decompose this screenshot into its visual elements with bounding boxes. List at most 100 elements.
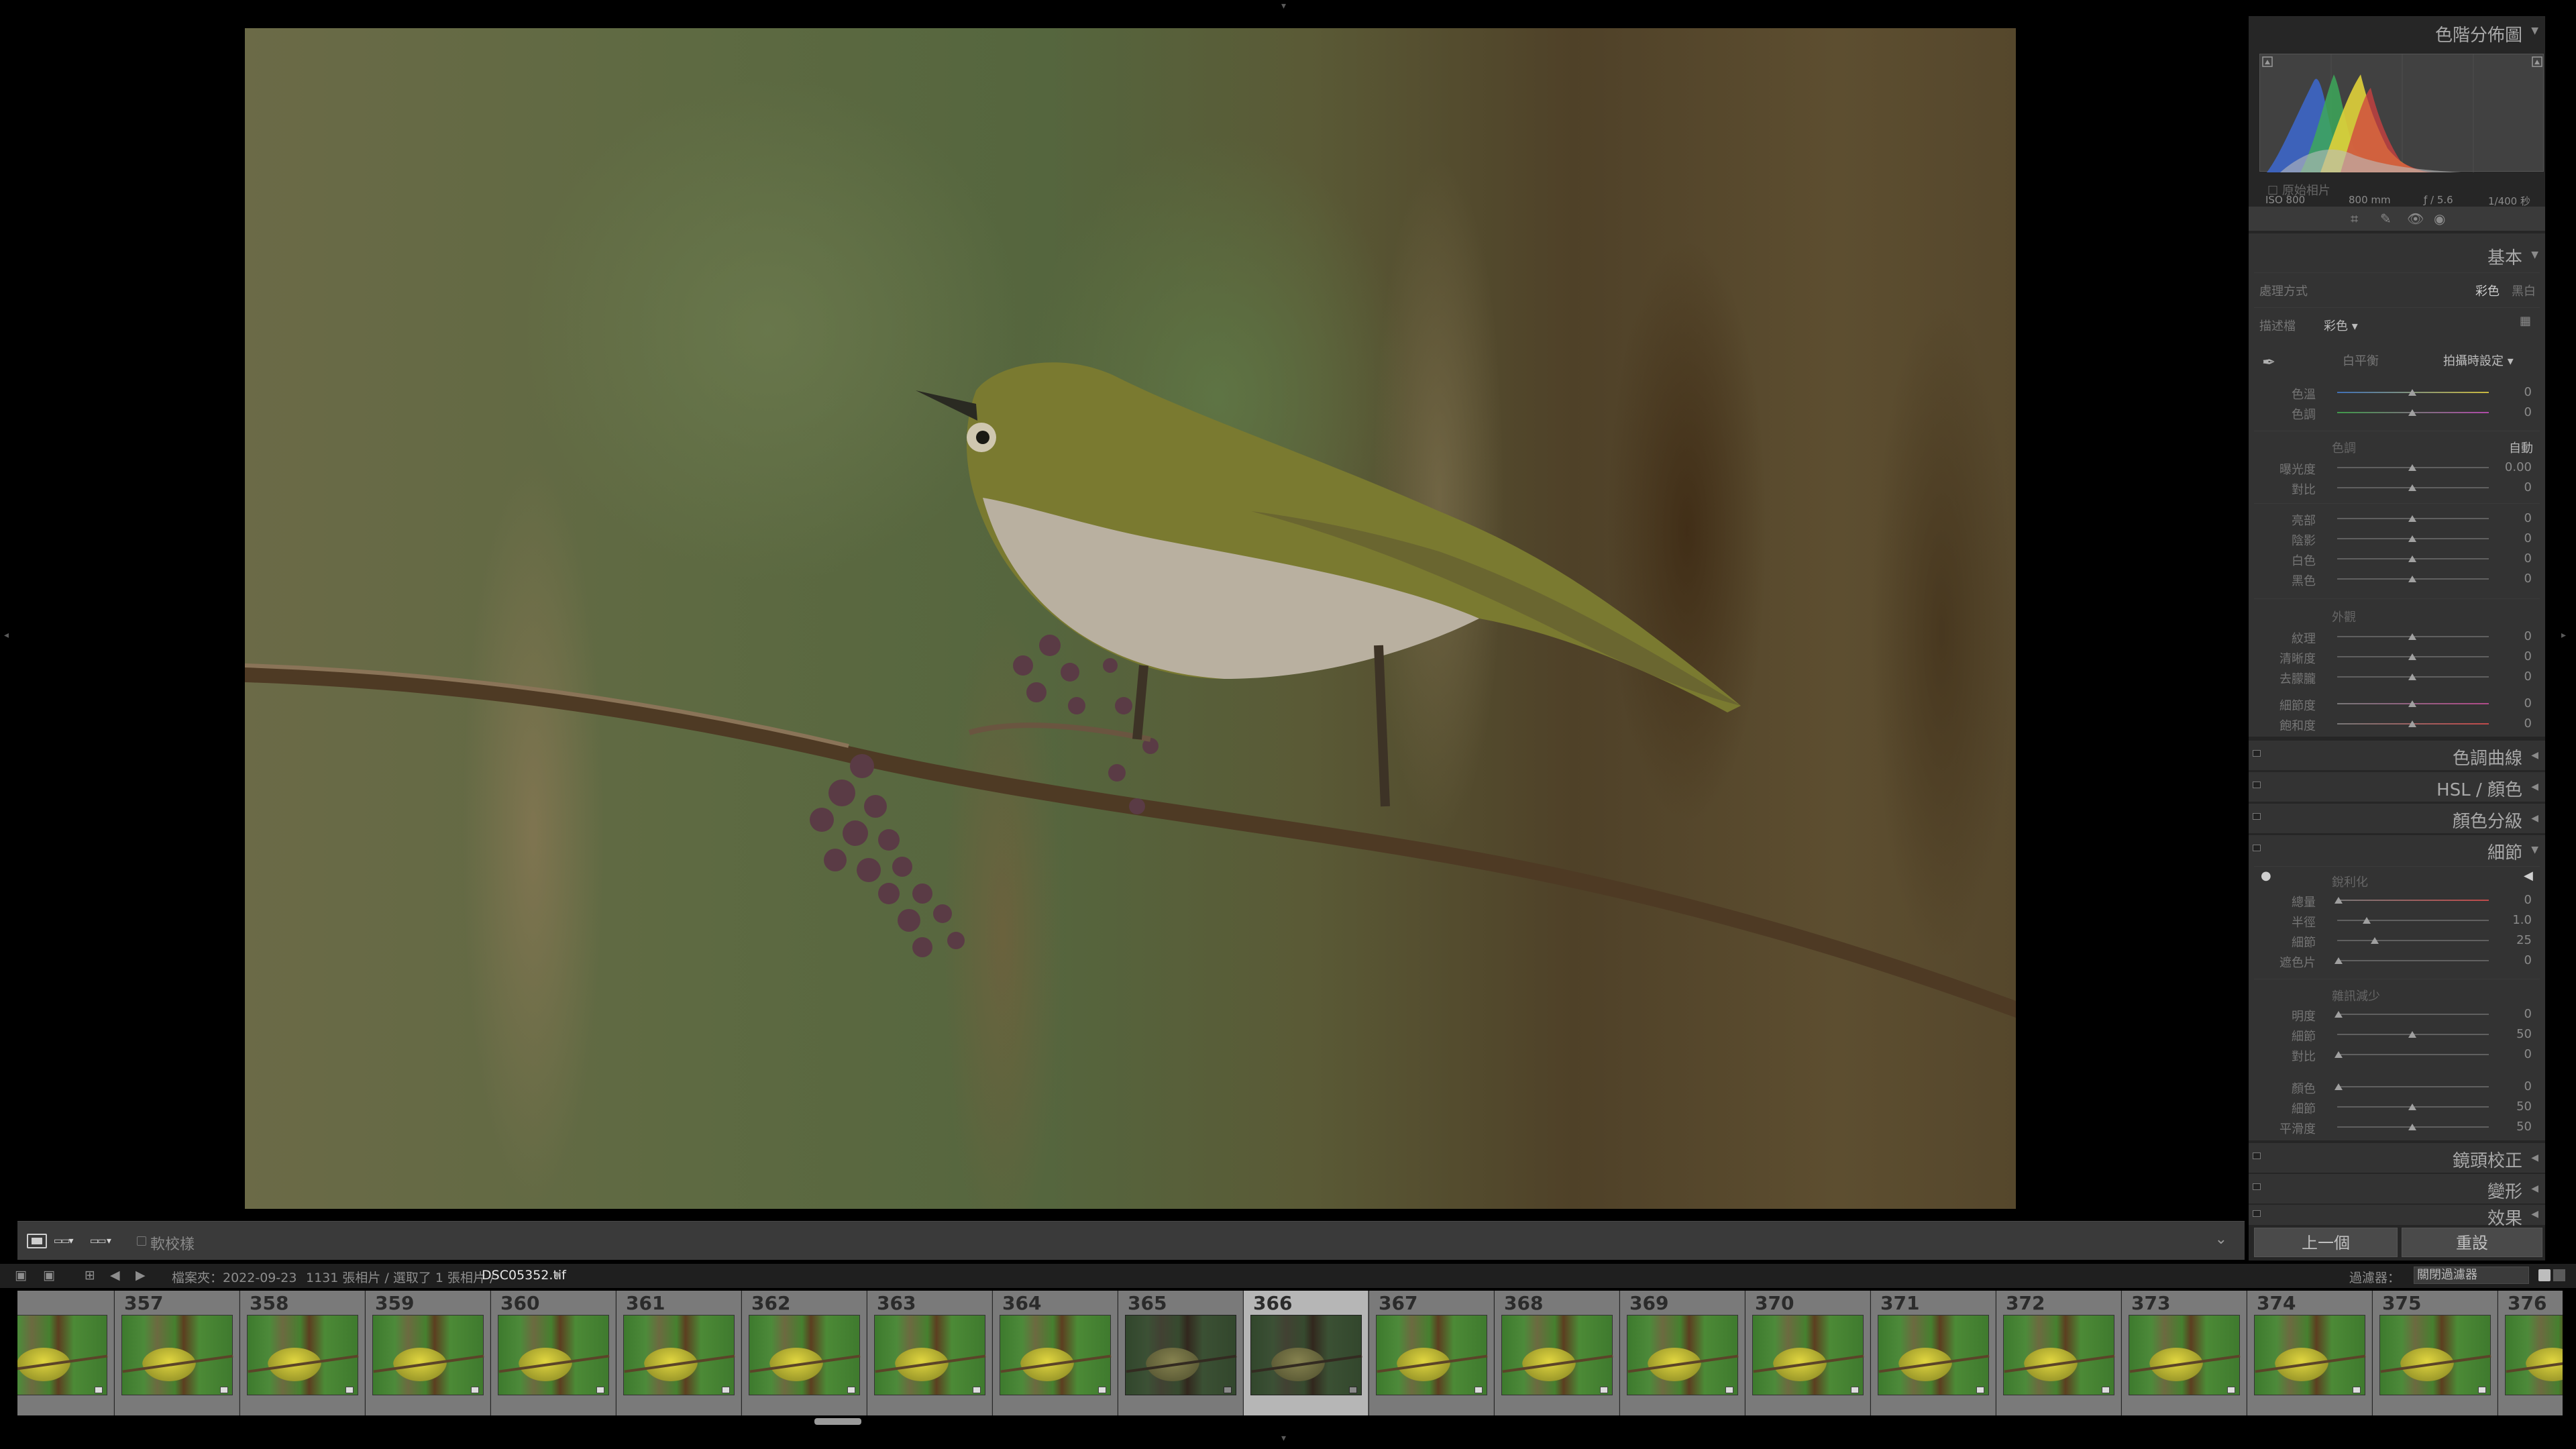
- grid-view-icon[interactable]: ⊞: [85, 1268, 95, 1283]
- filmstrip-cell[interactable]: 363: [867, 1291, 992, 1415]
- color-nr-slider[interactable]: [2337, 1086, 2489, 1087]
- filmstrip-cell[interactable]: 365: [1118, 1291, 1243, 1415]
- filmstrip-cell[interactable]: 366: [1244, 1291, 1368, 1415]
- tint-value[interactable]: 0: [2524, 405, 2532, 419]
- loupe-view-button[interactable]: [27, 1234, 47, 1248]
- filmstrip-thumbnail[interactable]: [1376, 1315, 1487, 1395]
- filmstrip-cell[interactable]: 367: [1369, 1291, 1494, 1415]
- bottom-panel-toggle-icon[interactable]: ▾: [1281, 1433, 1286, 1444]
- filmstrip-thumbnail[interactable]: [1752, 1315, 1864, 1395]
- tone-curve-switch[interactable]: [2253, 750, 2261, 757]
- sharpen-radius-thumb[interactable]: [2363, 917, 2371, 924]
- filmstrip-thumbnail[interactable]: [121, 1315, 233, 1395]
- lens-correction-title[interactable]: 鏡頭校正: [2453, 1147, 2522, 1172]
- filmstrip-cell[interactable]: 373: [2122, 1291, 2247, 1415]
- temp-slider-thumb[interactable]: [2408, 389, 2416, 396]
- red-eye-icon[interactable]: 👁: [2407, 211, 2424, 227]
- luminance-contrast-slider[interactable]: [2337, 1054, 2489, 1055]
- left-panel-toggle-icon[interactable]: ◂: [4, 631, 9, 640]
- sharpen-masking-slider[interactable]: [2337, 960, 2489, 961]
- color-grading-expand-icon[interactable]: ◀: [2531, 813, 2538, 824]
- shadows-slider-thumb[interactable]: [2408, 535, 2416, 542]
- lens-correction-panel[interactable]: 鏡頭校正 ◀: [2249, 1143, 2545, 1173]
- color-smoothness-value[interactable]: 50: [2516, 1120, 2532, 1134]
- filmstrip-thumbnail[interactable]: [2129, 1315, 2240, 1395]
- treatment-color-option[interactable]: 彩色: [2475, 282, 2500, 299]
- hsl-expand-icon[interactable]: ◀: [2531, 782, 2538, 792]
- vibrance-value[interactable]: 0: [2524, 696, 2532, 710]
- filmstrip-cell[interactable]: 360: [491, 1291, 616, 1415]
- compare-view-button[interactable]: ▭▭▾: [54, 1234, 80, 1248]
- temp-value[interactable]: 0: [2524, 385, 2532, 399]
- forward-arrow-icon[interactable]: ▶: [136, 1268, 146, 1283]
- filmstrip-thumbnail[interactable]: [17, 1315, 107, 1395]
- profile-dropdown[interactable]: 彩色 ▾: [2324, 317, 2358, 334]
- saturation-value[interactable]: 0: [2524, 716, 2532, 731]
- detail-switch[interactable]: [2253, 845, 2261, 851]
- filmstrip-cell[interactable]: 371: [1871, 1291, 1996, 1415]
- filmstrip-thumbnail[interactable]: [874, 1315, 985, 1395]
- filmstrip-thumbnail[interactable]: [623, 1315, 735, 1395]
- luminance-nr-slider[interactable]: [2337, 1014, 2489, 1015]
- white-balance-picker-icon[interactable]: ✒: [2262, 353, 2275, 372]
- tone-curve-panel[interactable]: 色調曲線 ◀: [2249, 741, 2545, 770]
- clarity-slider-thumb[interactable]: [2408, 653, 2416, 660]
- transform-switch[interactable]: [2253, 1183, 2261, 1190]
- whites-slider-thumb[interactable]: [2408, 555, 2416, 562]
- basic-panel-title[interactable]: 基本: [2487, 244, 2522, 269]
- highlights-value[interactable]: 0: [2524, 511, 2532, 525]
- original-photo-checkbox[interactable]: ☐ 原始相片: [2267, 181, 2330, 199]
- luminance-nr-value[interactable]: 0: [2524, 1007, 2532, 1021]
- filmstrip-cell[interactable]: 372: [1996, 1291, 2121, 1415]
- effects-title[interactable]: 效果: [2487, 1205, 2522, 1230]
- sharpen-amount-slider[interactable]: [2337, 900, 2489, 901]
- exposure-slider-thumb[interactable]: [2408, 464, 2416, 471]
- detail-collapse-icon[interactable]: ▼: [2531, 845, 2538, 855]
- sharpen-detail-thumb[interactable]: [2371, 937, 2379, 944]
- secondary-display-icon[interactable]: ▣: [43, 1268, 55, 1283]
- luminance-detail-value[interactable]: 50: [2516, 1027, 2532, 1041]
- lens-correction-switch[interactable]: [2253, 1152, 2261, 1159]
- basic-collapse-icon[interactable]: ▼: [2531, 250, 2538, 260]
- filmstrip-thumbnail[interactable]: [1878, 1315, 1989, 1395]
- masking-icon[interactable]: ◉: [2434, 211, 2445, 227]
- filmstrip-thumbnail[interactable]: [2379, 1315, 2491, 1395]
- crop-icon[interactable]: ⌗: [2351, 211, 2358, 227]
- highlights-slider-thumb[interactable]: [2408, 515, 2416, 522]
- sharpen-masking-thumb[interactable]: [2334, 957, 2343, 964]
- tint-slider-thumb[interactable]: [2408, 409, 2416, 416]
- toolbar-menu-chevron-icon[interactable]: ⌄: [2215, 1231, 2227, 1248]
- filmstrip-cell[interactable]: 374: [2247, 1291, 2372, 1415]
- transform-panel[interactable]: 變形 ◀: [2249, 1174, 2545, 1203]
- filmstrip-thumbnail[interactable]: [247, 1315, 358, 1395]
- hsl-switch[interactable]: [2253, 782, 2261, 788]
- filter-toggle[interactable]: [2553, 1269, 2565, 1281]
- filmstrip-scrollbar[interactable]: [814, 1418, 861, 1425]
- soft-proof-checkbox[interactable]: [137, 1236, 146, 1246]
- profile-browser-icon[interactable]: ▦: [2520, 314, 2531, 328]
- sharpen-amount-thumb[interactable]: [2334, 897, 2343, 904]
- filmstrip-thumbnail[interactable]: [1125, 1315, 1236, 1395]
- exposure-value[interactable]: 0.00: [2505, 460, 2532, 474]
- sharpen-radius-slider[interactable]: [2337, 920, 2489, 921]
- healing-brush-icon[interactable]: ✎: [2380, 211, 2392, 227]
- sharpen-radius-value[interactable]: 1.0: [2512, 913, 2532, 927]
- previous-button[interactable]: 上一個: [2254, 1228, 2398, 1257]
- contrast-value[interactable]: 0: [2524, 480, 2532, 494]
- filmstrip-cell[interactable]: 357: [115, 1291, 239, 1415]
- filmstrip-cell[interactable]: 361: [616, 1291, 741, 1415]
- current-filename[interactable]: DSC05352.tif: [482, 1268, 566, 1283]
- filmstrip-thumbnail[interactable]: [1000, 1315, 1111, 1395]
- filmstrip-cell[interactable]: 358: [240, 1291, 365, 1415]
- transform-expand-icon[interactable]: ◀: [2531, 1183, 2538, 1194]
- color-grading-switch[interactable]: [2253, 813, 2261, 820]
- back-arrow-icon[interactable]: ◀: [110, 1268, 120, 1283]
- luminance-nr-thumb[interactable]: [2334, 1011, 2343, 1018]
- filmstrip-cell[interactable]: 362: [742, 1291, 867, 1415]
- filmstrip-thumbnail[interactable]: [2254, 1315, 2365, 1395]
- dehaze-value[interactable]: 0: [2524, 669, 2532, 684]
- treatment-bw-option[interactable]: 黑白: [2512, 282, 2536, 299]
- blacks-value[interactable]: 0: [2524, 572, 2532, 586]
- auto-tone-button[interactable]: 自動: [2509, 439, 2533, 456]
- filmstrip-cell[interactable]: 369: [1620, 1291, 1745, 1415]
